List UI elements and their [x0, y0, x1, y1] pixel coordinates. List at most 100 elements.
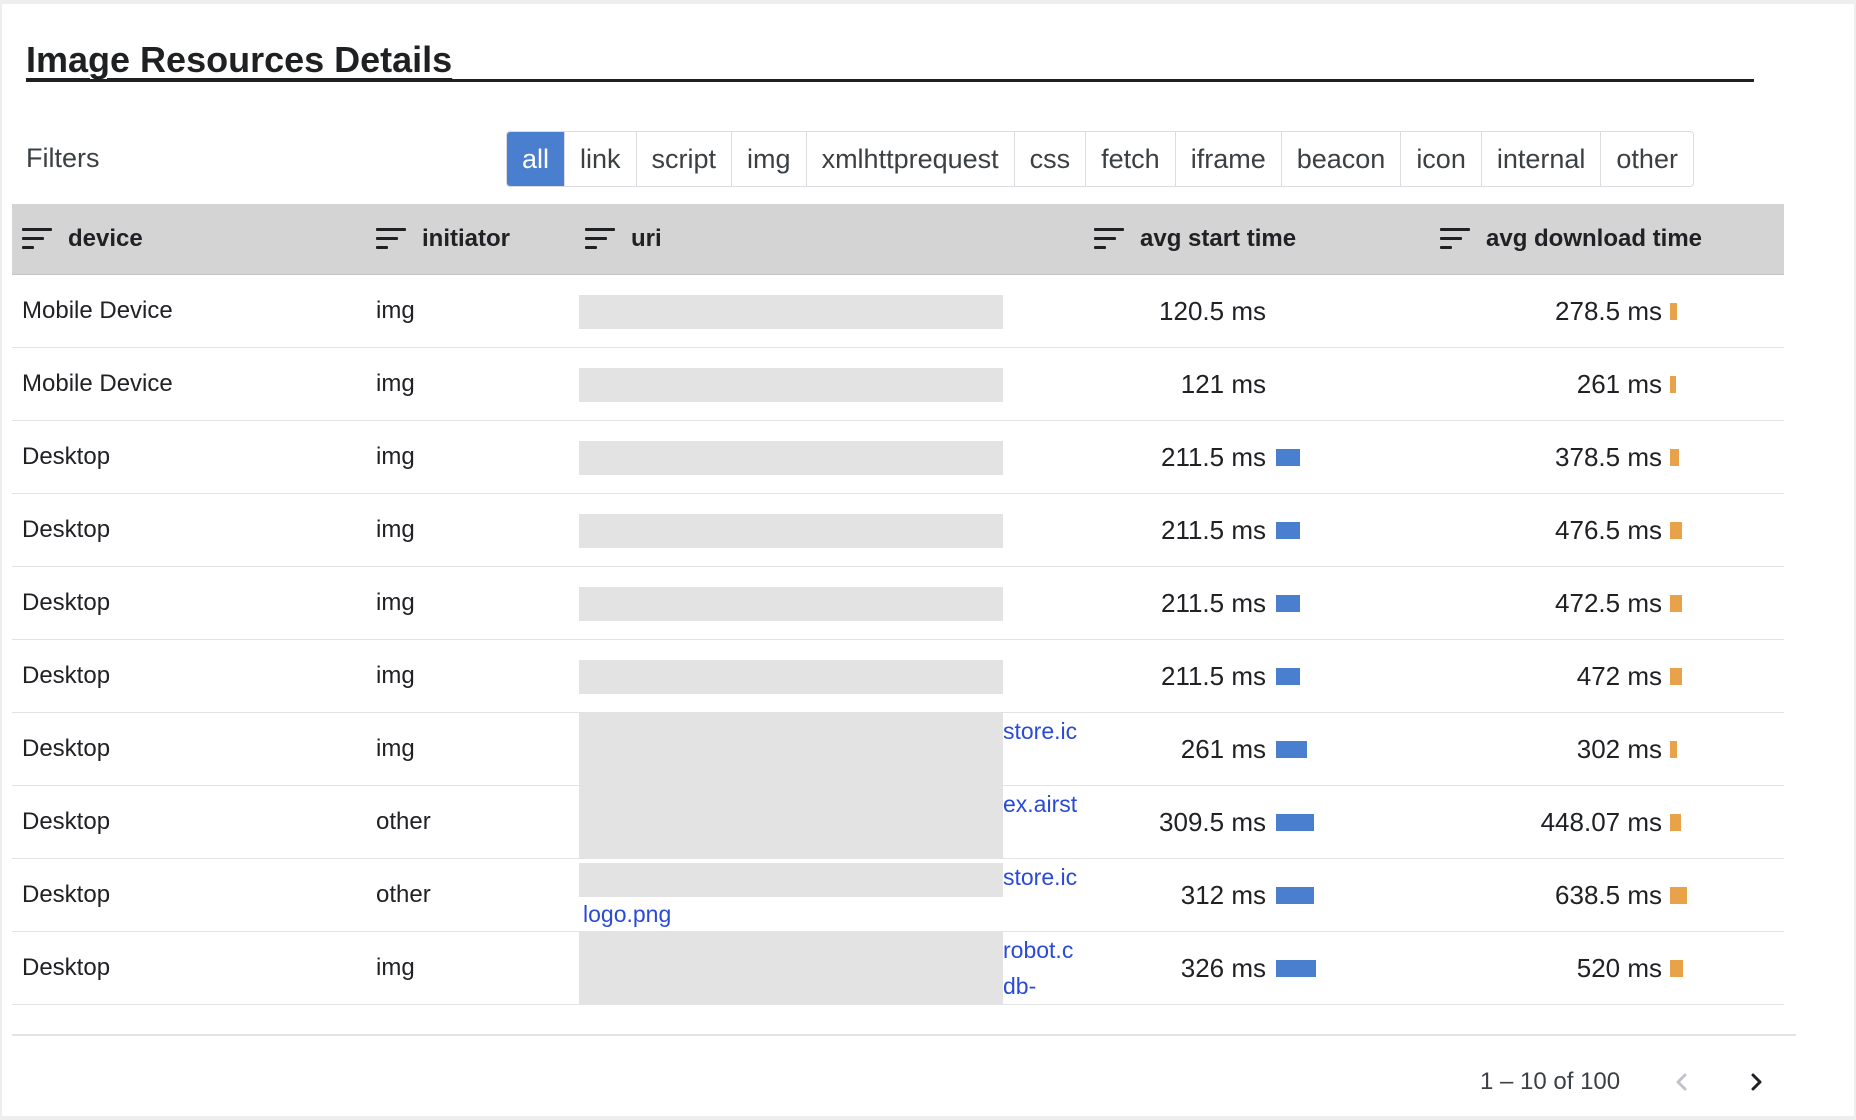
table-row[interactable]: Desktop other store.ic logo.png 312 ms 638.5 … — [12, 859, 1784, 932]
download-time-value: 472 ms — [1576, 660, 1662, 691]
sort-icon — [585, 226, 617, 252]
cell-avg-download-time: 278.5 ms — [1440, 275, 1784, 347]
uri-link[interactable]: ex.airst — [1003, 786, 1083, 822]
sort-icon — [1440, 226, 1472, 252]
cell-avg-start-time: 312 ms — [1094, 859, 1434, 931]
pagination-range: 1 – 10 of 100 — [1480, 1068, 1621, 1095]
column-header-uri[interactable]: uri — [585, 204, 662, 274]
column-separator — [374, 494, 376, 566]
download-time-bar — [1670, 302, 1677, 320]
filter-css[interactable]: css — [1015, 132, 1087, 186]
column-separator — [1092, 348, 1094, 420]
uri-redaction — [579, 932, 1003, 1004]
cell-uri — [579, 640, 1084, 712]
filter-all[interactable]: all — [507, 132, 566, 186]
column-header-label: device — [68, 225, 143, 252]
cell-avg-download-time: 448.07 ms — [1440, 786, 1784, 858]
download-time-value: 302 ms — [1576, 733, 1662, 764]
start-time-value: 326 ms — [1180, 952, 1266, 983]
cell-device: Desktop — [22, 735, 111, 762]
download-time-bar — [1670, 375, 1677, 393]
filter-toggle-group: all link script img xmlhttprequest css fetch if… — [506, 131, 1694, 187]
cell-initiator: img — [376, 589, 415, 616]
uri-redaction — [579, 786, 1003, 858]
image-resources-panel: Image Resources Details Filters all link s… — [2, 4, 1854, 1116]
column-separator — [1092, 859, 1094, 931]
cell-device: Mobile Device — [22, 370, 173, 397]
filter-iframe[interactable]: iframe — [1176, 132, 1282, 186]
uri-redaction — [579, 514, 1003, 548]
cell-avg-download-time: 476.5 ms — [1440, 494, 1784, 566]
filter-script[interactable]: script — [637, 132, 733, 186]
cell-initiator: img — [376, 297, 415, 324]
cell-avg-download-time: 378.5 ms — [1440, 421, 1784, 493]
column-separator — [577, 859, 579, 931]
uri-link[interactable]: robot.c db- — [1003, 932, 1083, 1004]
table-row[interactable]: Desktop img 211.5 ms 476.5 ms — [12, 494, 1784, 567]
filter-link[interactable]: link — [565, 132, 637, 186]
column-separator — [577, 786, 579, 858]
column-separator — [577, 567, 579, 639]
column-header-initiator[interactable]: initiator — [376, 204, 510, 274]
uri-link[interactable]: store.ic — [1003, 713, 1083, 749]
table-row[interactable]: Desktop img 211.5 ms 472.5 ms — [12, 567, 1784, 640]
column-separator — [374, 348, 376, 420]
cell-initiator: img — [376, 370, 415, 397]
cell-uri — [579, 567, 1084, 639]
cell-avg-download-time: 472 ms — [1440, 640, 1784, 712]
table-row[interactable]: Desktop img 211.5 ms 378.5 ms — [12, 421, 1784, 494]
column-header-label: avg download time — [1486, 225, 1703, 252]
uri-link[interactable]: store.ic — [1003, 859, 1083, 895]
cell-device: Desktop — [22, 443, 111, 470]
column-header-label: uri — [631, 225, 662, 252]
next-page-button[interactable] — [1736, 1062, 1776, 1102]
filter-icon[interactable]: icon — [1401, 132, 1482, 186]
cell-avg-start-time: 120.5 ms — [1094, 275, 1434, 347]
filter-xmlhttprequest[interactable]: xmlhttprequest — [807, 132, 1015, 186]
table-row[interactable]: Mobile Device img 120.5 ms 278.5 ms — [12, 275, 1784, 348]
cell-avg-download-time: 302 ms — [1440, 713, 1784, 785]
cell-initiator: img — [376, 662, 415, 689]
previous-page-button[interactable] — [1662, 1062, 1702, 1102]
column-separator — [577, 932, 579, 1004]
table-row[interactable]: Desktop img robot.c db- 326 ms 520 ms — [12, 932, 1784, 1005]
filter-other[interactable]: other — [1601, 132, 1693, 186]
column-header-avg-download-time[interactable]: avg download time — [1440, 204, 1702, 274]
cell-device: Desktop — [22, 954, 111, 981]
column-separator — [577, 275, 579, 347]
table-row[interactable]: Desktop img store.ic 261 ms 302 ms — [12, 713, 1784, 786]
download-time-bar — [1670, 886, 1687, 904]
cell-avg-start-time: 211.5 ms — [1094, 494, 1434, 566]
uri-filename-link[interactable]: logo.png — [583, 897, 671, 931]
cell-avg-start-time: 211.5 ms — [1094, 421, 1434, 493]
column-header-avg-start-time[interactable]: avg start time — [1094, 204, 1296, 274]
start-time-bar — [1276, 886, 1314, 904]
start-time-value: 211.5 ms — [1160, 587, 1266, 618]
cell-avg-download-time: 261 ms — [1440, 348, 1784, 420]
cell-avg-download-time: 638.5 ms — [1440, 859, 1784, 931]
column-separator — [577, 421, 579, 493]
filter-internal[interactable]: internal — [1482, 132, 1602, 186]
cell-uri: store.ic logo.png — [579, 859, 1084, 931]
cell-uri — [579, 275, 1084, 347]
download-time-value: 378.5 ms — [1555, 441, 1662, 472]
filters-label: Filters — [26, 143, 100, 173]
filter-img[interactable]: img — [732, 132, 807, 186]
column-separator — [577, 713, 579, 785]
filter-beacon[interactable]: beacon — [1282, 132, 1402, 186]
column-separator — [1092, 494, 1094, 566]
filter-fetch[interactable]: fetch — [1086, 132, 1176, 186]
column-header-device[interactable]: device — [22, 204, 143, 274]
chevron-left-icon — [1676, 1073, 1687, 1091]
cell-uri — [579, 421, 1084, 493]
download-time-value: 476.5 ms — [1555, 514, 1662, 545]
cell-initiator: other — [376, 808, 431, 835]
table-row[interactable]: Desktop other ex.airst 309.5 ms 448.07 ms — [12, 786, 1784, 859]
column-separator — [1092, 567, 1094, 639]
table-row[interactable]: Mobile Device img 121 ms 261 ms — [12, 348, 1784, 421]
table-row[interactable]: Desktop img 211.5 ms 472 ms — [12, 640, 1784, 713]
cell-avg-start-time: 261 ms — [1094, 713, 1434, 785]
download-time-bar — [1670, 594, 1682, 612]
download-time-bar — [1670, 740, 1678, 758]
cell-avg-start-time: 121 ms — [1094, 348, 1434, 420]
